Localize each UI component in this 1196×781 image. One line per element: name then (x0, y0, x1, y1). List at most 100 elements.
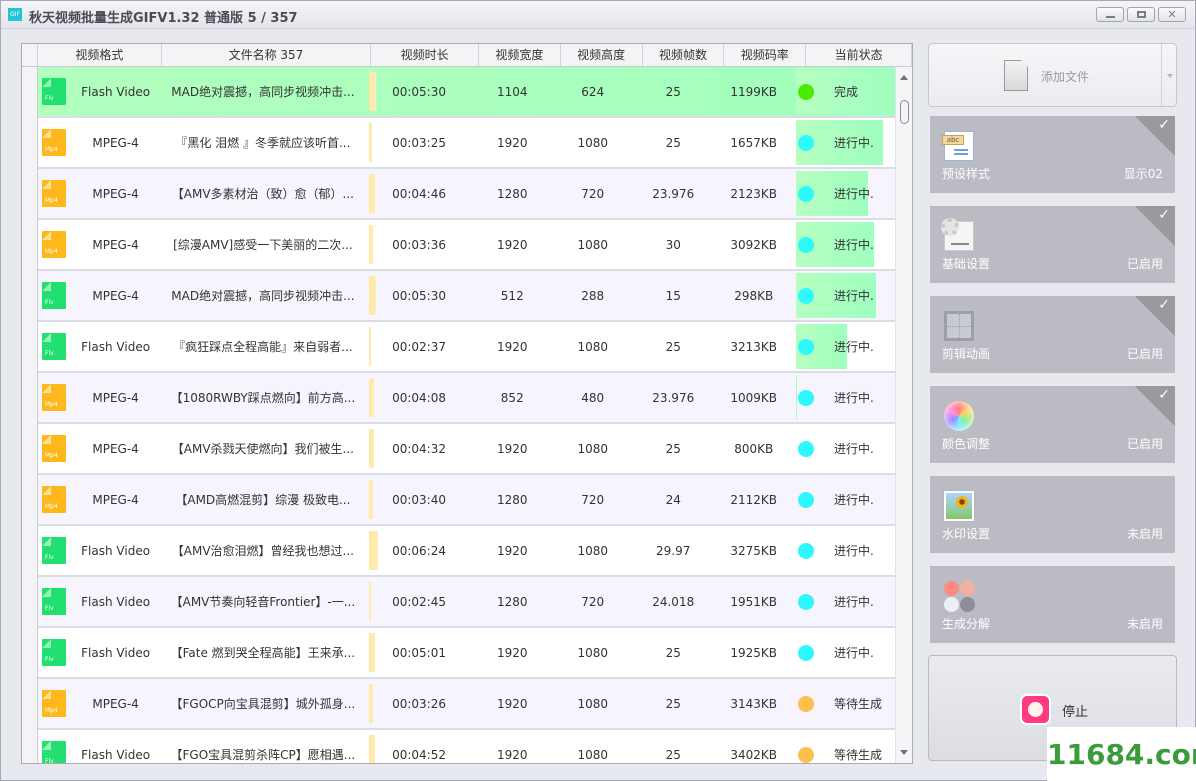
duration-cell: 00:02:37 (366, 322, 472, 371)
duration-cell: 00:04:46 (366, 169, 472, 218)
status-text: 进行中. (833, 646, 874, 660)
bitrate-cell: 1925KB (730, 645, 778, 660)
table-row[interactable]: Mp4 MPEG-4 【AMV多素材治（致）愈（郁）... 00:04:46 1… (38, 169, 896, 220)
card-label: 生成分解 (942, 617, 991, 631)
table-row[interactable]: Flv Flash Video 【AMV治愈泪燃】曾经我也想过... 00:06… (38, 526, 896, 577)
close-button[interactable]: ✕ (1158, 7, 1186, 22)
vertical-scrollbar[interactable] (895, 67, 912, 763)
column-header-height[interactable]: 视频高度 (561, 44, 643, 67)
table-row[interactable]: Flv Flash Video 【FGO宝具混剪杀阵CP】愿相遇... 00:0… (38, 730, 896, 763)
mp4-file-icon: Mp4 (42, 180, 66, 207)
height-cell: 720 (581, 492, 605, 507)
card-watermark[interactable]: 水印设置 未启用 (930, 476, 1175, 553)
duration-text: 00:03:36 (392, 237, 446, 252)
duration-text: 00:04:08 (392, 390, 446, 405)
card-preset-style[interactable]: ✓ abc 预设样式 显示02 (930, 116, 1175, 193)
minimize-button[interactable] (1096, 7, 1124, 22)
bitrate-cell: 1951KB (730, 594, 778, 609)
flv-file-icon: Flv (42, 741, 66, 763)
flv-file-icon: Flv (42, 639, 66, 666)
file-ext-label: Flv (45, 605, 54, 612)
filename-cell: MAD绝对震撼，高同步视频冲击... (171, 85, 355, 99)
height-cell: 1080 (577, 339, 609, 354)
maximize-icon (1136, 11, 1146, 18)
scroll-up-arrow-icon[interactable] (900, 75, 908, 80)
table-row[interactable]: Flv Flash Video MAD绝对震撼，高同步视频冲击... 00:05… (38, 67, 897, 118)
fps-cell: 23.976 (652, 390, 695, 405)
status-dot-icon (797, 440, 814, 457)
table-row[interactable]: Flv MPEG-4 MAD绝对震撼，高同步视频冲击... 00:05:30 5… (38, 271, 896, 322)
card-decompose[interactable]: 生成分解 未启用 (930, 566, 1175, 643)
maximize-button[interactable] (1127, 7, 1155, 22)
table-header: 视频格式 文件名称 357 视频时长 视频宽度 视频高度 视频帧数 视频码率 当… (22, 44, 912, 67)
table-row[interactable]: Mp4 MPEG-4 『黑化 泪燃 』冬季就应该听首... 00:03:25 1… (38, 118, 896, 169)
duration-cell: 00:04:08 (366, 373, 472, 422)
duration-text: 00:04:52 (392, 747, 446, 762)
duration-cell: 00:03:25 (366, 118, 472, 167)
table-row[interactable]: Mp4 MPEG-4 【1080RWBY踩点燃向】前方高... 00:04:08… (38, 373, 896, 424)
status-dot-icon (797, 644, 814, 661)
bitrate-cell: 3402KB (730, 747, 778, 762)
duration-progress-bar (369, 225, 374, 264)
column-header-status[interactable]: 当前状态 (806, 44, 912, 67)
fps-cell: 25 (665, 339, 681, 354)
column-header-filename[interactable]: 文件名称 357 (162, 44, 372, 67)
table-row[interactable]: Mp4 MPEG-4 【FGOCP向宝具混剪】城外孤身... 00:03:26 … (38, 679, 896, 730)
file-type-cell: Flv (38, 67, 71, 116)
column-header-duration[interactable]: 视频时长 (371, 44, 479, 67)
height-cell: 624 (581, 84, 605, 99)
filename-cell: 【FGOCP向宝具混剪】城外孤身... (170, 697, 356, 711)
checkmark-icon: ✓ (1158, 207, 1170, 223)
filename-cell: 【AMV节奏向轻音Frontier】-一... (170, 595, 356, 609)
duration-text: 00:03:25 (392, 135, 446, 150)
card-state: 未启用 (1126, 617, 1163, 631)
table-row[interactable]: Mp4 MPEG-4 [综漫AMV]感受一下美丽的二次... 00:03:36 … (38, 220, 896, 271)
duration-progress-bar (369, 174, 376, 213)
fps-cell: 24 (665, 492, 681, 507)
card-color-adjust[interactable]: ✓ 颜色调整 已启用 (930, 386, 1175, 463)
card-crop-animation[interactable]: ✓ 剪辑动画 已启用 (930, 296, 1175, 373)
column-header-width[interactable]: 视频宽度 (479, 44, 561, 67)
status-dot-icon (797, 746, 814, 763)
status-text: 进行中. (833, 136, 874, 150)
width-cell: 1920 (496, 441, 528, 456)
table-row[interactable]: Flv Flash Video 【Fate 燃到哭全程高能】王来承... 00:… (38, 628, 896, 679)
table-body: Flv Flash Video MAD绝对震撼，高同步视频冲击... 00:05… (38, 67, 897, 763)
scrollbar-thumb[interactable] (900, 100, 909, 124)
card-state: 已启用 (1126, 257, 1163, 271)
mp4-file-icon: Mp4 (42, 690, 66, 717)
file-type-cell: Mp4 (38, 169, 71, 218)
add-file-label: 添加文件 (1041, 70, 1090, 84)
add-file-button[interactable]: 添加文件 (928, 43, 1177, 107)
status-text: 进行中. (833, 289, 874, 303)
column-header-bitrate[interactable]: 视频码率 (724, 44, 807, 67)
card-basic-settings[interactable]: ✓ 基础设置 已启用 (930, 206, 1175, 283)
mp4-file-icon: Mp4 (42, 231, 66, 258)
scroll-down-arrow-icon[interactable] (900, 750, 908, 755)
crop-animation-icon (944, 311, 974, 341)
duration-progress-bar (369, 123, 373, 162)
duration-text: 00:05:30 (392, 84, 446, 99)
table-row[interactable]: Flv Flash Video 【AMV节奏向轻音Frontier】-一... … (38, 577, 896, 628)
status-cell: 进行中. (794, 475, 896, 524)
format-cell: Flash Video (81, 84, 151, 99)
status-text: 进行中. (833, 595, 874, 609)
chevron-down-icon[interactable] (1167, 74, 1173, 78)
format-cell: MPEG-4 (92, 237, 139, 252)
bitrate-cell: 800KB (734, 441, 774, 456)
status-dot-icon (797, 338, 814, 355)
table-row[interactable]: Flv Flash Video 『疯狂踩点全程高能』来自弱者... 00:02:… (38, 322, 896, 373)
table-row[interactable]: Mp4 MPEG-4 【AMV杀戮天使燃向】我们被生... 00:04:32 1… (38, 424, 896, 475)
duration-progress-bar (369, 276, 377, 315)
column-header-fps[interactable]: 视频帧数 (643, 44, 725, 67)
format-cell: MPEG-4 (92, 441, 139, 456)
table-row[interactable]: Mp4 MPEG-4 【AMD高燃混剪】综漫 极致电... 00:03:40 1… (38, 475, 896, 526)
status-dot-icon (797, 185, 814, 202)
width-cell: 1920 (496, 747, 528, 762)
width-cell: 1920 (496, 645, 528, 660)
height-cell: 1080 (577, 135, 609, 150)
status-cell: 进行中. (794, 577, 896, 626)
flv-file-icon: Flv (42, 537, 66, 564)
column-header-format[interactable]: 视频格式 (38, 44, 162, 67)
status-dot-icon (797, 593, 814, 610)
